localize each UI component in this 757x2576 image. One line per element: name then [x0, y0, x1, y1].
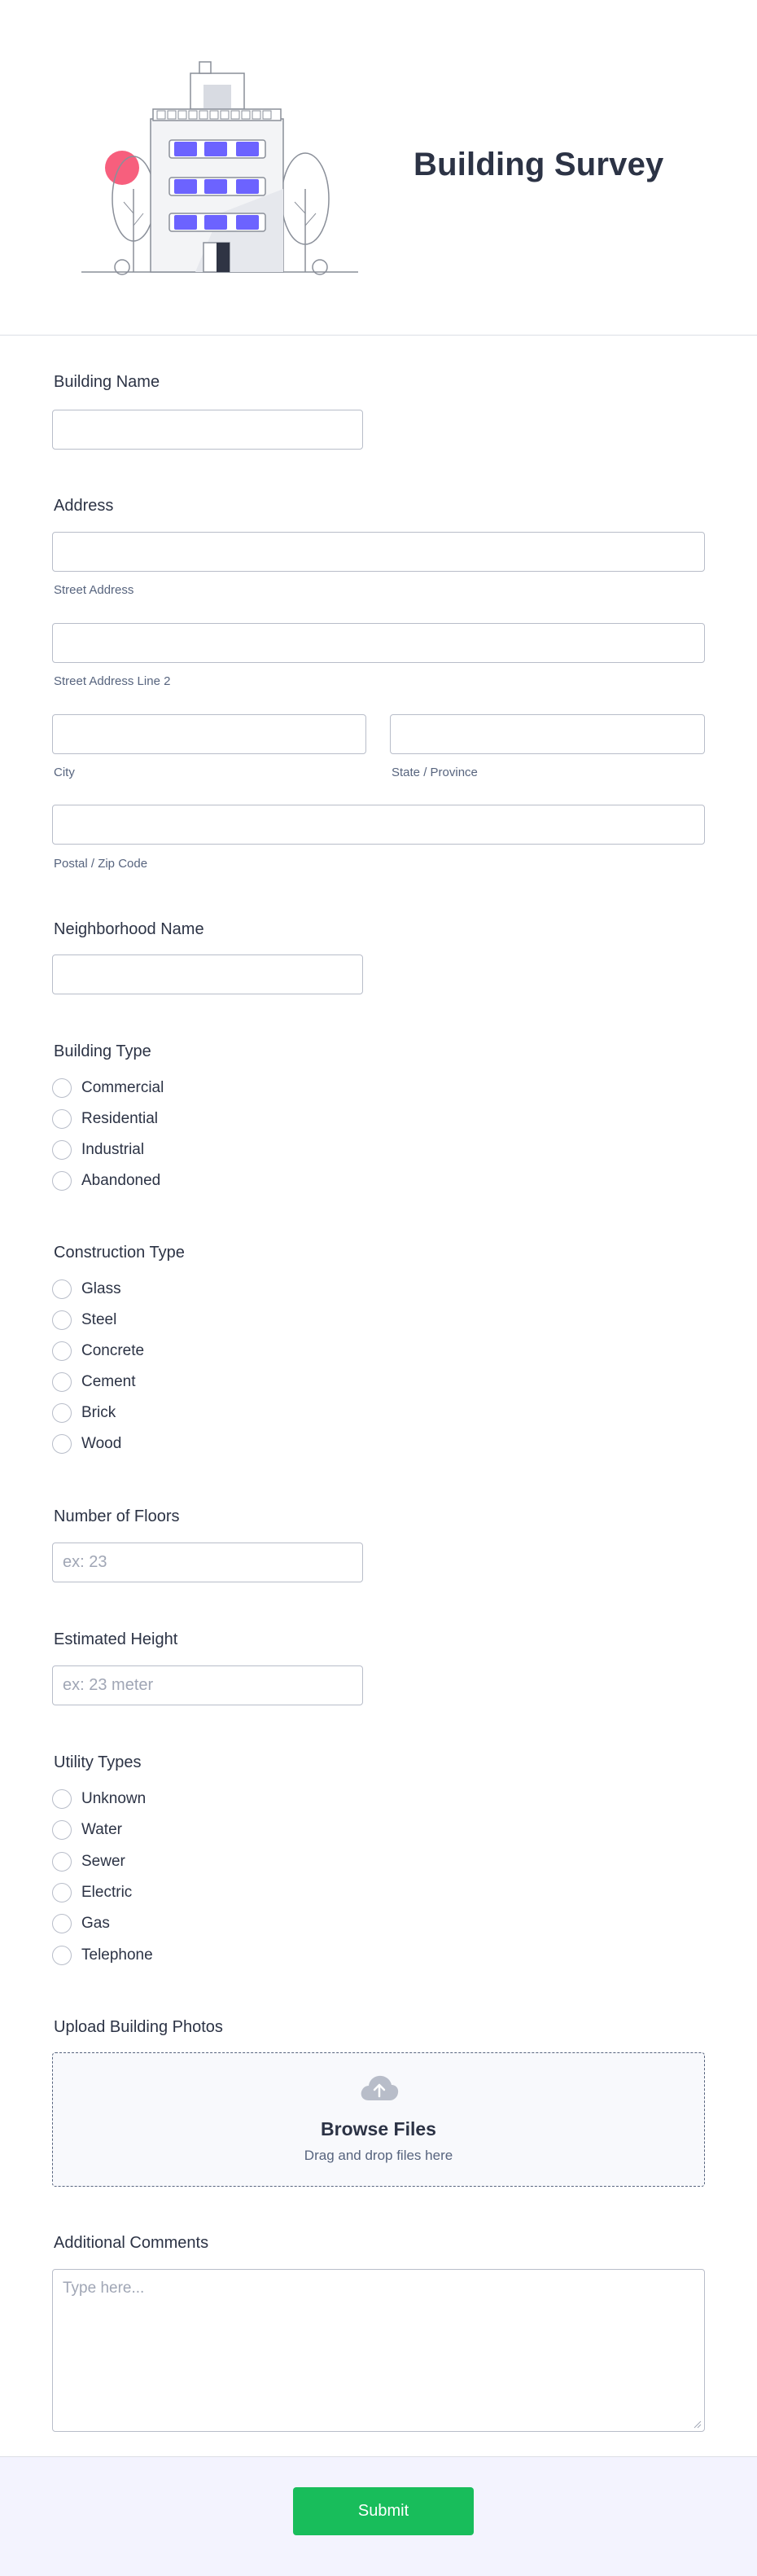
construction-type-option[interactable]: Concrete: [52, 1341, 144, 1362]
building-type-option[interactable]: Industrial: [52, 1139, 144, 1161]
neighborhood-label: Neighborhood Name: [54, 920, 204, 938]
drag-drop-hint: Drag and drop files here: [304, 2148, 453, 2163]
form-title: Building Survey: [414, 147, 664, 182]
street-address-line2-sublabel: Street Address Line 2: [54, 674, 171, 688]
radio-button[interactable]: [52, 1140, 72, 1160]
utility-type-option[interactable]: Electric: [52, 1882, 132, 1903]
postal-code-input[interactable]: [52, 805, 705, 845]
radio-button[interactable]: [52, 1372, 72, 1392]
building-type-label: Building Type: [54, 1042, 151, 1060]
resize-handle-icon[interactable]: [694, 2420, 702, 2429]
building-type-option[interactable]: Residential: [52, 1108, 158, 1130]
building-type-option[interactable]: Abandoned: [52, 1170, 160, 1191]
radio-button[interactable]: [52, 1946, 72, 1965]
postal-code-sublabel: Postal / Zip Code: [54, 857, 148, 871]
radio-button[interactable]: [52, 1914, 72, 1933]
radio-button[interactable]: [52, 1109, 72, 1129]
radio-button[interactable]: [52, 1820, 72, 1840]
radio-button[interactable]: [52, 1078, 72, 1098]
building-illustration: [81, 61, 358, 275]
utility-type-option[interactable]: Sewer: [52, 1851, 125, 1872]
building-type-option[interactable]: Commercial: [52, 1077, 164, 1099]
utility-type-option[interactable]: Gas: [52, 1913, 110, 1934]
radio-button[interactable]: [52, 1279, 72, 1299]
floors-input[interactable]: [52, 1543, 363, 1582]
address-label: Address: [54, 497, 114, 515]
radio-button[interactable]: [52, 1403, 72, 1423]
construction-type-option[interactable]: Glass: [52, 1279, 121, 1300]
radio-button[interactable]: [52, 1171, 72, 1191]
construction-type-option[interactable]: Wood: [52, 1433, 121, 1455]
building-name-input[interactable]: [52, 410, 363, 450]
construction-type-option[interactable]: Brick: [52, 1402, 116, 1424]
street-address-line2-input[interactable]: [52, 623, 705, 663]
form-header: Building Survey: [0, 0, 757, 336]
radio-button[interactable]: [52, 1341, 72, 1361]
utility-type-option[interactable]: Unknown: [52, 1788, 146, 1810]
city-input[interactable]: [52, 714, 366, 754]
height-label: Estimated Height: [54, 1630, 178, 1648]
building-name-label: Building Name: [54, 373, 160, 391]
street-address-input[interactable]: [52, 532, 705, 572]
submit-button[interactable]: Submit: [293, 2487, 474, 2535]
state-sublabel: State / Province: [392, 766, 478, 779]
comments-label: Additional Comments: [54, 2234, 209, 2252]
utility-type-option[interactable]: Telephone: [52, 1945, 153, 1966]
street-address-sublabel: Street Address: [54, 583, 134, 597]
radio-button[interactable]: [52, 1852, 72, 1872]
radio-button[interactable]: [52, 1883, 72, 1902]
construction-type-label: Construction Type: [54, 1244, 185, 1262]
neighborhood-input[interactable]: [52, 954, 363, 994]
cloud-upload-icon: [361, 2075, 399, 2100]
radio-button[interactable]: [52, 1310, 72, 1330]
state-input[interactable]: [390, 714, 705, 754]
comments-textarea[interactable]: [52, 2269, 705, 2432]
utility-type-option[interactable]: Water: [52, 1819, 122, 1841]
floors-label: Number of Floors: [54, 1507, 180, 1525]
construction-type-option[interactable]: Steel: [52, 1310, 116, 1331]
radio-button[interactable]: [52, 1434, 72, 1454]
height-input[interactable]: [52, 1665, 363, 1705]
browse-files-button[interactable]: Browse Files: [53, 2118, 704, 2140]
file-upload-dropzone[interactable]: Browse Files Drag and drop files here: [52, 2052, 705, 2187]
city-sublabel: City: [54, 766, 75, 779]
radio-button[interactable]: [52, 1789, 72, 1809]
utility-types-label: Utility Types: [54, 1753, 142, 1771]
construction-type-option[interactable]: Cement: [52, 1371, 136, 1393]
upload-label: Upload Building Photos: [54, 2018, 223, 2036]
